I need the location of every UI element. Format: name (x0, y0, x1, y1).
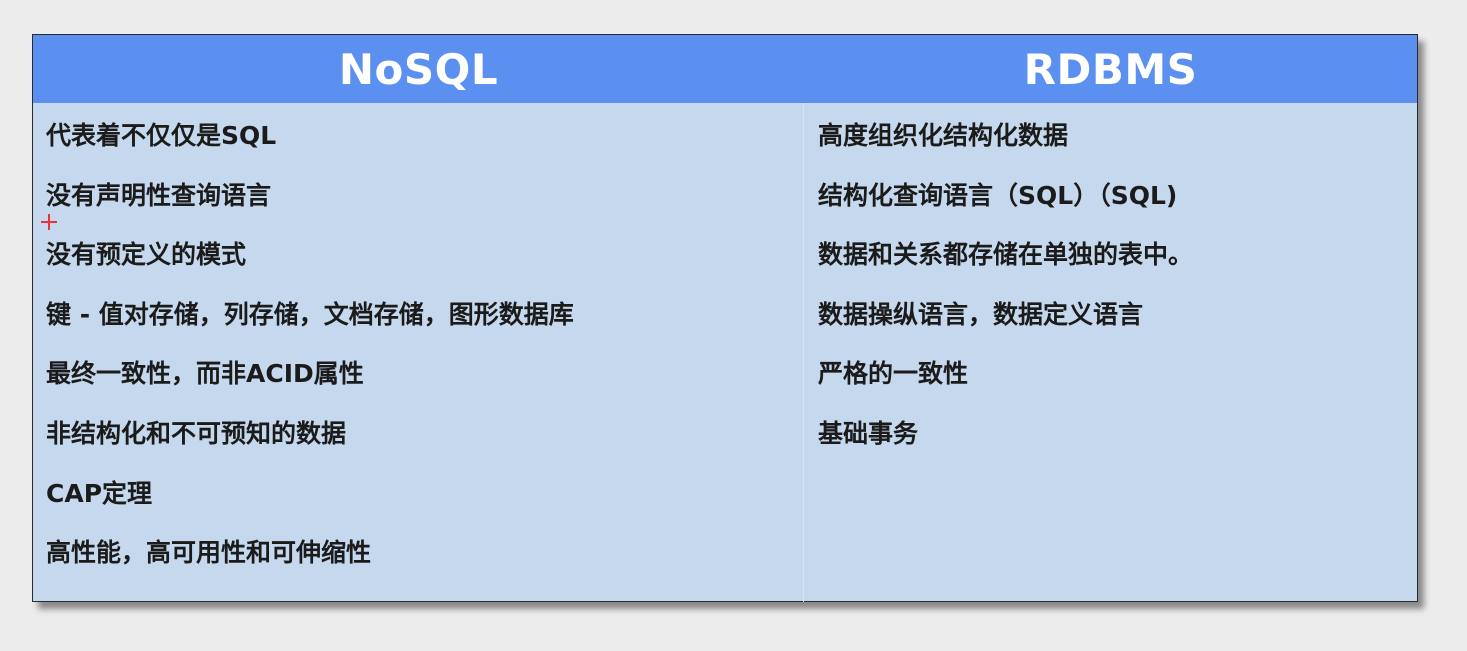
rdbms-column: 高度组织化结构化数据 结构化查询语言（SQL）（SQL) 数据和关系都存储在单独… (804, 103, 1417, 602)
nosql-column: 代表着不仅仅是SQL 没有声明性查询语言 没有预定义的模式 键 - 值对存储，列… (33, 103, 804, 602)
nosql-header: NoSQL (338, 44, 499, 94)
nosql-item: 代表着不仅仅是SQL (46, 121, 277, 150)
nosql-item: 没有预定义的模式 (46, 240, 247, 270)
rdbms-header: RDBMS (1023, 44, 1198, 94)
nosql-item: 键 - 值对存储，列存储，文档存储，图形数据库 (46, 299, 574, 329)
comparison-table: NoSQL RDBMS 代表着不仅仅是SQL 没有声明性查询语言 没有预定义的模… (32, 34, 1418, 602)
rdbms-item: 结构化查询语言（SQL）（SQL) (818, 180, 1178, 210)
rdbms-item: 数据操纵语言，数据定义语言 (818, 299, 1144, 329)
rdbms-item: 数据和关系都存储在单独的表中。 (818, 240, 1194, 270)
nosql-item: 非结构化和不可预知的数据 (46, 418, 347, 448)
rdbms-item: 严格的一致性 (818, 359, 969, 389)
nosql-item: 最终一致性，而非ACID属性 (46, 359, 364, 389)
rdbms-item: 高度组织化结构化数据 (818, 121, 1069, 150)
rdbms-item: 基础事务 (818, 418, 919, 448)
nosql-item: CAP定理 (46, 478, 153, 508)
nosql-item: 没有声明性查询语言 (46, 180, 272, 210)
table-body: 代表着不仅仅是SQL 没有声明性查询语言 没有预定义的模式 键 - 值对存储，列… (33, 103, 1417, 602)
crosshair-cursor-icon (41, 214, 57, 230)
nosql-item: 高性能，高可用性和可伸缩性 (46, 538, 372, 568)
table-header-row: NoSQL RDBMS (33, 35, 1417, 103)
